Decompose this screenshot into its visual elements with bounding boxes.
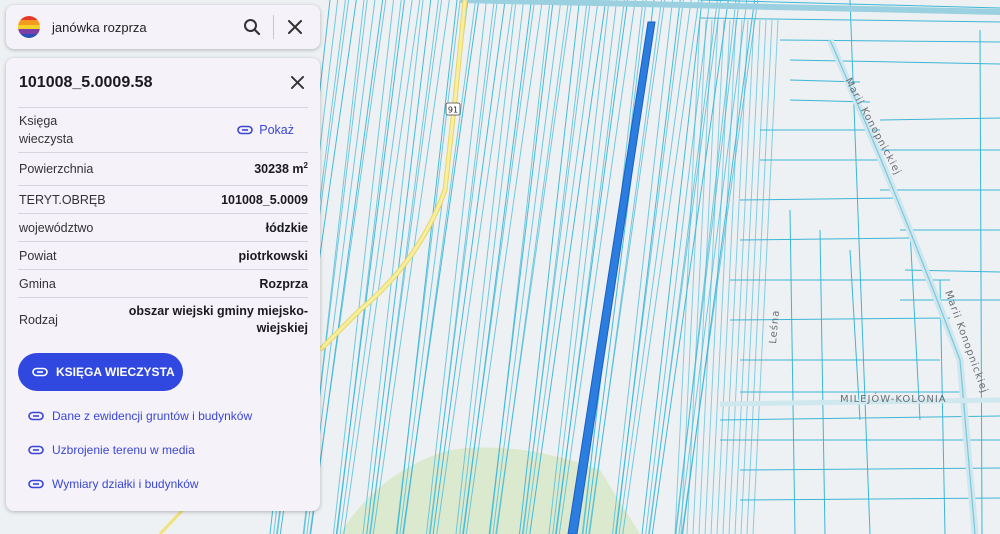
row-label: Powiat: [19, 248, 57, 263]
link-label: Dane z ewidencji gruntów i budynków: [52, 409, 253, 423]
row-label: Gmina: [19, 276, 56, 291]
show-link-label: Pokaż: [259, 123, 294, 137]
link-icon: [32, 367, 48, 377]
search-icon: [244, 19, 261, 36]
parcel-info-panel: 101008_5.0009.58 Księga wieczysta Pokaż …: [6, 58, 320, 511]
parcel-id-title: 101008_5.0009.58: [19, 73, 153, 91]
road-number-badge: 91: [445, 102, 461, 116]
row-ksiega-wieczysta: Księga wieczysta Pokaż: [18, 108, 308, 153]
row-value: 101008_5.0009: [221, 192, 308, 207]
link-icon: [28, 411, 44, 421]
show-land-register-link[interactable]: Pokaż: [237, 123, 308, 137]
row-label: Rodzaj: [19, 313, 58, 327]
link-label: Wymiary działki i budynków: [52, 477, 199, 491]
link-icon: [28, 445, 44, 455]
link-icon: [28, 479, 44, 489]
road-number-label: 91: [448, 106, 458, 115]
row-value: piotrkowski: [238, 248, 308, 263]
clear-search-button[interactable]: [278, 10, 312, 44]
row-wojewodztwo: województwo łódzkie: [18, 214, 308, 242]
row-value: obszar wiejski gminy miejsko- wiejskiej: [128, 304, 308, 335]
panel-header: 101008_5.0009.58: [18, 58, 308, 108]
search-button[interactable]: [235, 10, 269, 44]
link-utilities[interactable]: Uzbrojenie terenu w media: [28, 443, 195, 457]
row-value-area: 30238 m2: [254, 161, 308, 176]
row-gmina: Gmina Rozprza: [18, 270, 308, 298]
area-value: 30238 m: [254, 162, 304, 177]
place-label: MILEJÓW-KOLONIA: [840, 392, 947, 405]
row-value: łódzkie: [265, 220, 308, 235]
row-area: Powierzchnia 30238 m2: [18, 153, 308, 186]
land-register-button[interactable]: KSIĘGA WIECZYSTA: [18, 353, 183, 391]
row-value: Rozprza: [259, 276, 308, 291]
row-label: województwo: [19, 220, 94, 235]
link-icon: [237, 125, 254, 135]
link-land-records[interactable]: Dane z ewidencji gruntów i budynków: [28, 409, 252, 423]
row-label: Powierzchnia: [19, 162, 94, 176]
land-register-button-label: KSIĘGA WIECZYSTA: [56, 365, 175, 379]
row-label: Księga wieczysta: [19, 114, 74, 146]
row-label: TERYT.OBRĘB: [19, 192, 106, 207]
close-icon: [290, 76, 304, 89]
row-teryt: TERYT.OBRĘB 101008_5.0009: [18, 186, 308, 214]
link-dimensions[interactable]: Wymiary działki i budynków: [28, 477, 199, 491]
close-icon: [288, 20, 302, 34]
area-unit-sup: 2: [303, 161, 308, 171]
row-powiat: Powiat piotrkowski: [18, 242, 308, 270]
row-rodzaj: Rodzaj obszar wiejski gminy miejsko- wie…: [18, 298, 308, 342]
search-divider: [273, 15, 274, 39]
search-bar: janówka rozprza: [6, 5, 320, 49]
close-panel-button[interactable]: [280, 66, 314, 100]
app-logo-icon: [18, 16, 40, 38]
link-label: Uzbrojenie terenu w media: [52, 443, 195, 457]
search-input[interactable]: janówka rozprza: [52, 20, 235, 35]
